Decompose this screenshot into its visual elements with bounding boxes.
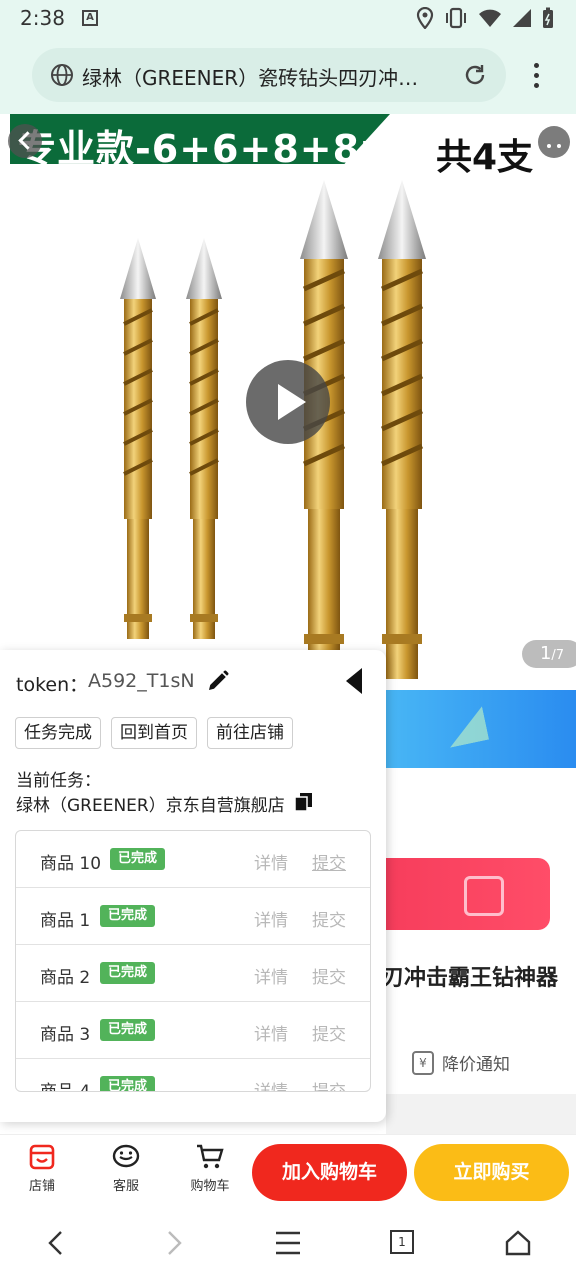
globe-icon [51,64,73,86]
status-icons [416,6,554,30]
video-play-button[interactable] [246,360,330,444]
signal-icon [513,9,531,27]
battery-icon [543,7,553,28]
promo-strip[interactable] [386,690,576,768]
submit-link[interactable]: 提交 [312,1077,346,1091]
reload-icon[interactable] [462,62,488,88]
status-badge: 已完成 [100,1076,156,1091]
detail-link[interactable]: 详情 [254,906,288,931]
go-to-shop-button[interactable]: 前往店铺 [207,717,293,749]
status-bar: 2:38 A [0,0,576,36]
address-bar-text[interactable]: 绿林（GREENER）瓷砖钻头四刃冲… [82,62,452,91]
price-notice-label: 降价通知 [442,1055,510,1075]
item-name: 商品 1 [40,911,91,931]
image-more-button[interactable] [538,126,570,158]
current-task-shop: 绿林（GREENER）京东自营旗舰店 [16,796,285,816]
cart-tab[interactable]: 购物车 [180,1143,240,1194]
item-name: 商品 2 [40,968,91,988]
collapse-panel-icon[interactable] [346,668,362,694]
section-divider [386,1094,576,1134]
token-label: token： [16,674,89,696]
forward-icon[interactable] [162,1228,186,1258]
cart-tab-label: 购物车 [190,1179,230,1194]
status-badge: 已完成 [100,1019,156,1041]
product-title: 刃冲击霸王钻神器 [382,966,559,991]
submit-link[interactable]: 提交 [312,1020,346,1045]
item-name: 商品 3 [40,1025,91,1045]
price-notice-button[interactable]: ¥ 降价通知 [412,1050,510,1075]
status-badge: 已完成 [100,962,156,984]
current-task-label: 当前任务： [16,771,101,791]
drill-bit-4 [378,180,426,679]
service-tab-label: 客服 [112,1179,139,1194]
shop-icon [29,1144,55,1170]
detail-link[interactable]: 详情 [254,849,288,874]
add-to-cart-button[interactable]: 加入购物车 [252,1144,407,1201]
list-item: 商品 2 已完成 详情 提交 [16,945,370,1002]
system-navigation-bar: 1 [0,1210,576,1280]
task-overlay-panel: token： A592_T1sN 任务完成 回到首页 前往店铺 当前任务： 绿林… [0,650,386,1122]
back-home-button[interactable]: 回到首页 [111,717,197,749]
service-tab[interactable]: 客服 [96,1143,156,1194]
drill-bit-2 [186,238,222,639]
item-name: 商品 10 [40,854,102,874]
wifi-icon [479,9,501,27]
location-icon [416,7,434,29]
submit-link[interactable]: 提交 [312,906,346,931]
browser-toolbar: 绿林（GREENER）瓷砖钻头四刃冲… [0,36,576,114]
product-image-carousel[interactable]: 专业款-6+6+8+8mm 共4支 1/7 [0,114,576,690]
task-item-list[interactable]: 商品 10 已完成 详情 提交 商品 1 已完成 详情 提交 商品 2 已完成 … [15,830,371,1092]
shop-tab-label: 店铺 [28,1179,55,1194]
submit-link[interactable]: 提交 [312,849,346,874]
detail-link[interactable]: 详情 [254,1077,288,1091]
detail-link[interactable]: 详情 [254,1020,288,1045]
customer-service-icon [112,1144,140,1168]
token-value: A592_T1sN [88,670,195,692]
notification-a-icon: A [82,10,98,26]
yen-icon: ¥ [412,1050,434,1075]
list-item: 商品 4 已完成 详情 提交 [16,1059,370,1092]
shop-tab[interactable]: 店铺 [12,1143,72,1194]
shopping-cart-icon [197,1144,224,1169]
back-icon[interactable] [44,1228,68,1258]
vibrate-icon [446,7,466,29]
browser-menu-icon[interactable] [526,60,546,92]
image-back-button[interactable] [8,124,42,158]
tabs-count-button[interactable]: 1 [390,1230,414,1254]
submit-link[interactable]: 提交 [312,963,346,988]
detail-link[interactable]: 详情 [254,963,288,988]
gift-icon [464,876,504,916]
status-badge: 已完成 [100,905,156,927]
image-page-indicator: 1/7 [522,640,576,668]
list-item: 商品 3 已完成 详情 提交 [16,1002,370,1059]
bottom-action-bar: 店铺 客服 购物车 加入购物车 立即购买 [0,1134,576,1210]
task-button-row: 任务完成 回到首页 前往店铺 [15,717,293,749]
status-time: 2:38 [20,6,65,30]
address-bar[interactable]: 绿林（GREENER）瓷砖钻头四刃冲… [32,48,506,102]
red-promo-banner[interactable] [360,858,550,930]
home-icon[interactable] [504,1228,532,1258]
list-item: 商品 10 已完成 详情 提交 [16,831,370,888]
buy-now-button[interactable]: 立即购买 [414,1144,569,1201]
copy-icon[interactable] [294,792,314,812]
drill-bit-1 [120,238,156,639]
pencil-icon[interactable] [206,669,230,693]
task-complete-button[interactable]: 任务完成 [15,717,101,749]
menu-icon[interactable] [274,1228,302,1258]
item-name: 商品 4 [40,1082,91,1092]
status-badge: 已完成 [110,848,166,870]
list-item: 商品 1 已完成 详情 提交 [16,888,370,945]
